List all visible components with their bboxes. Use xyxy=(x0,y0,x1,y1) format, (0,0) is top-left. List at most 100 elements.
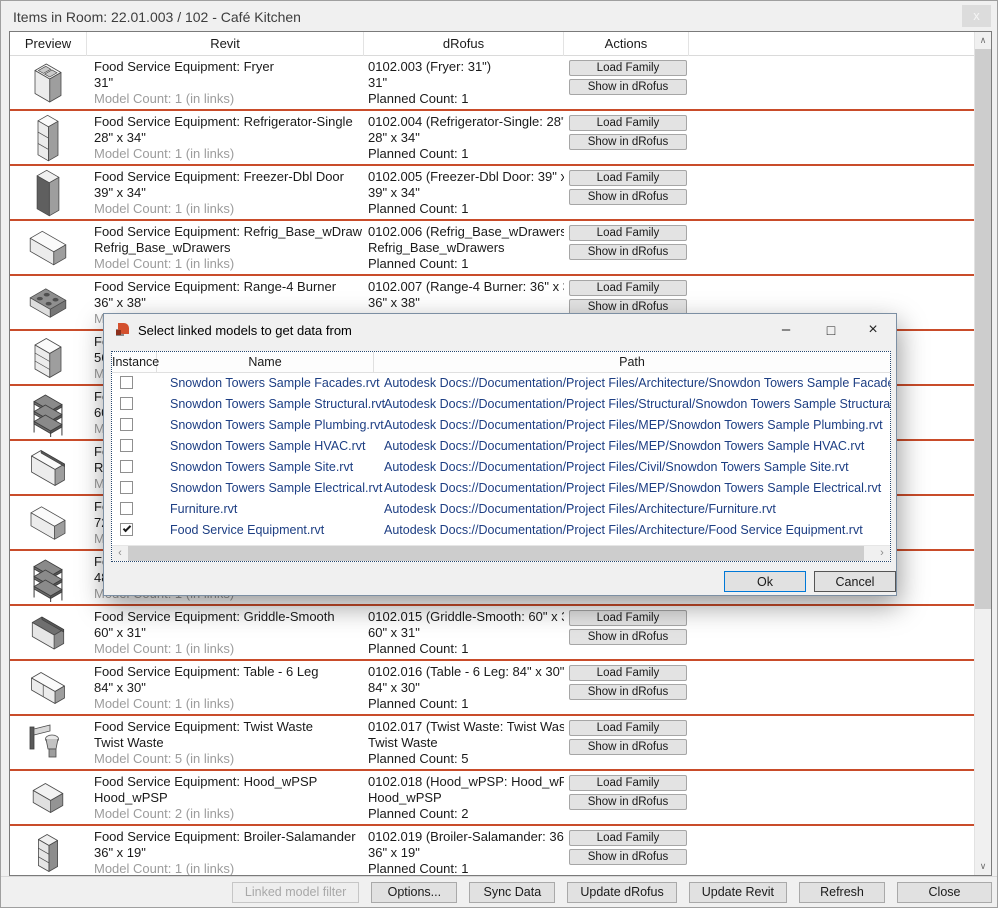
revit-app-icon xyxy=(114,322,130,338)
drawer-cabinet-preview xyxy=(16,334,80,382)
show-in-drofus-button[interactable]: Show in dRofus xyxy=(569,794,687,810)
drofus-planned-count: Planned Count: 1 xyxy=(368,91,564,107)
load-family-button[interactable]: Load Family xyxy=(569,170,687,186)
scrollbar-thumb[interactable] xyxy=(128,546,864,561)
scroll-left-icon[interactable]: ‹ xyxy=(112,546,128,562)
revit-item-size: 31" xyxy=(94,75,362,91)
revit-item-name: Food Service Equipment: Refrigerator-Sin… xyxy=(94,114,362,130)
minimize-icon[interactable]: – xyxy=(771,318,801,342)
update-drofus-button[interactable]: Update dRofus xyxy=(567,882,676,903)
revit-cell: Food Service Equipment: Twist Waste Twis… xyxy=(94,719,362,767)
drofus-item-size: 28" x 34" xyxy=(368,130,564,146)
revit-item-name: Food Service Equipment: Refrig_Base_wDra… xyxy=(94,224,362,240)
revit-item-name: Food Service Equipment: Freezer-Dbl Door xyxy=(94,169,362,185)
load-family-button[interactable]: Load Family xyxy=(569,830,687,846)
load-family-button[interactable]: Load Family xyxy=(569,610,687,626)
model-name: Food Service Equipment.rvt xyxy=(170,523,324,537)
vertical-scrollbar[interactable]: ∧ ∨ xyxy=(974,32,991,875)
model-path: Autodesk Docs://Documentation/Project Fi… xyxy=(384,439,864,453)
load-family-button[interactable]: Load Family xyxy=(569,720,687,736)
update-revit-button[interactable]: Update Revit xyxy=(689,882,787,903)
scroll-right-icon[interactable]: › xyxy=(874,546,890,562)
instance-checkbox[interactable] xyxy=(120,481,133,494)
actions-cell: Load Family Show in dRofus xyxy=(569,60,687,98)
instance-checkbox[interactable] xyxy=(120,502,133,515)
show-in-drofus-button[interactable]: Show in dRofus xyxy=(569,684,687,700)
drofus-item-size: 31" xyxy=(368,75,564,91)
close-icon[interactable]: × xyxy=(858,318,888,342)
instance-checkbox[interactable] xyxy=(120,460,133,473)
drofus-planned-count: Planned Count: 1 xyxy=(368,696,564,712)
revit-item-name: Food Service Equipment: Twist Waste xyxy=(94,719,362,735)
load-family-button[interactable]: Load Family xyxy=(569,775,687,791)
show-in-drofus-button[interactable]: Show in dRofus xyxy=(569,189,687,205)
ok-button[interactable]: Ok xyxy=(724,571,806,592)
drofus-cell: 0102.015 (Griddle-Smooth: 60" x 31 60" x… xyxy=(368,609,564,657)
load-family-button[interactable]: Load Family xyxy=(569,280,687,296)
scroll-up-icon[interactable]: ∧ xyxy=(975,32,991,49)
drofus-planned-count: Planned Count: 5 xyxy=(368,751,564,767)
show-in-drofus-button[interactable]: Show in dRofus xyxy=(569,739,687,755)
revit-cell: Food Service Equipment: Hood_wPSP Hood_w… xyxy=(94,774,362,822)
model-name: Snowdon Towers Sample Facades.rvt xyxy=(170,376,380,390)
revit-cell: Food Service Equipment: Refrigerator-Sin… xyxy=(94,114,362,162)
twist-waste-preview xyxy=(16,719,80,767)
options--button[interactable]: Options... xyxy=(371,882,457,903)
drofus-item-size: Twist Waste xyxy=(368,735,564,751)
shelving-preview xyxy=(16,389,80,437)
model-name: Furniture.rvt xyxy=(170,502,237,516)
table-row: Food Service Equipment: Table - 6 Leg 84… xyxy=(10,661,974,716)
model-path: Autodesk Docs://Documentation/Project Fi… xyxy=(384,418,883,432)
instance-checkbox[interactable] xyxy=(120,376,133,389)
show-in-drofus-button[interactable]: Show in dRofus xyxy=(569,849,687,865)
bottom-toolbar: Linked model filterOptions...Sync DataUp… xyxy=(1,876,997,907)
column-header-preview: Preview xyxy=(10,32,87,56)
revit-cell: Food Service Equipment: Table - 6 Leg 84… xyxy=(94,664,362,712)
load-family-button[interactable]: Load Family xyxy=(569,665,687,681)
instance-checkbox[interactable] xyxy=(120,523,133,536)
revit-model-count: Model Count: 1 (in links) xyxy=(94,146,362,162)
revit-model-count: Model Count: 1 (in links) xyxy=(94,696,362,712)
model-path: Autodesk Docs://Documentation/Project Fi… xyxy=(384,481,881,495)
show-in-drofus-button[interactable]: Show in dRofus xyxy=(569,629,687,645)
drofus-item-size: Hood_wPSP xyxy=(368,790,564,806)
drofus-item-id: 0102.003 (Fryer: 31") xyxy=(368,59,564,75)
sync-data-button[interactable]: Sync Data xyxy=(469,882,555,903)
instance-checkbox[interactable] xyxy=(120,397,133,410)
maximize-icon[interactable]: □ xyxy=(816,318,846,342)
revit-model-count: Model Count: 1 (in links) xyxy=(94,201,362,217)
load-family-button[interactable]: Load Family xyxy=(569,225,687,241)
close-button[interactable]: Close xyxy=(897,882,992,903)
actions-cell: Load Family Show in dRofus xyxy=(569,610,687,648)
list-body: Snowdon Towers Sample Facades.rvt Autode… xyxy=(112,373,890,544)
checkmark-icon xyxy=(123,524,131,532)
show-in-drofus-button[interactable]: Show in dRofus xyxy=(569,134,687,150)
load-family-button[interactable]: Load Family xyxy=(569,115,687,131)
cancel-button[interactable]: Cancel xyxy=(814,571,896,592)
table-row: Food Service Equipment: Freezer-Dbl Door… xyxy=(10,166,974,221)
revit-model-count: Model Count: 1 (in links) xyxy=(94,861,362,875)
refresh-button[interactable]: Refresh xyxy=(799,882,885,903)
revit-model-count: Model Count: 1 (in links) xyxy=(94,641,362,657)
show-in-drofus-button[interactable]: Show in dRofus xyxy=(569,79,687,95)
table-row: Food Service Equipment: Broiler-Salamand… xyxy=(10,826,974,875)
list-header-row: Instance Name Path xyxy=(112,352,890,373)
show-in-drofus-button[interactable]: Show in dRofus xyxy=(569,244,687,260)
linked-model-row: Snowdon Towers Sample HVAC.rvt Autodesk … xyxy=(112,436,890,457)
scrollbar-thumb[interactable] xyxy=(975,49,991,609)
scroll-down-icon[interactable]: ∨ xyxy=(975,858,991,875)
table-row: Food Service Equipment: Hood_wPSP Hood_w… xyxy=(10,771,974,826)
column-header-instance: Instance xyxy=(112,352,157,373)
horizontal-scrollbar[interactable]: ‹ › xyxy=(112,545,890,561)
linked-model-row: Furniture.rvt Autodesk Docs://Documentat… xyxy=(112,499,890,520)
table-header-row: Preview Revit dRofus Actions xyxy=(10,32,974,56)
revit-item-name: Food Service Equipment: Broiler-Salamand… xyxy=(94,829,362,845)
close-icon[interactable]: x xyxy=(962,5,991,27)
instance-checkbox[interactable] xyxy=(120,418,133,431)
drofus-item-size: 60" x 31" xyxy=(368,625,564,641)
drofus-item-size: 39" x 34" xyxy=(368,185,564,201)
revit-item-size: 39" x 34" xyxy=(94,185,362,201)
instance-checkbox[interactable] xyxy=(120,439,133,452)
drofus-item-size: Refrig_Base_wDrawers xyxy=(368,240,564,256)
load-family-button[interactable]: Load Family xyxy=(569,60,687,76)
